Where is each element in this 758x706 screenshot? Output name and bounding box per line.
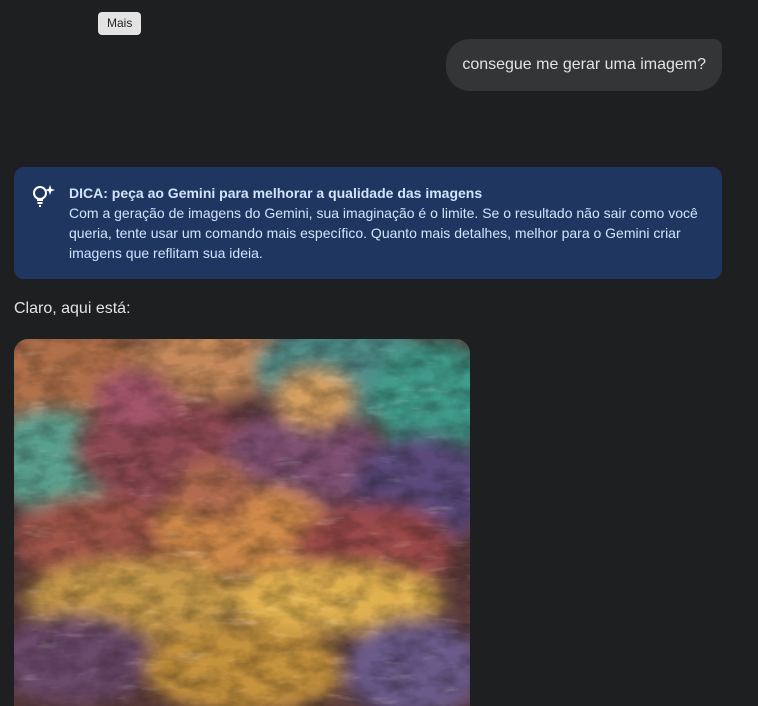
- tip-line-2: queria, tente usar um comando mais espec…: [69, 225, 681, 241]
- chat-page: Mais consegue me gerar uma imagem? DICA:…: [0, 0, 758, 706]
- tip-title: DICA: peça ao Gemini para melhorar a qua…: [69, 185, 483, 201]
- more-tooltip: Mais: [98, 12, 142, 35]
- tip-card: DICA: peça ao Gemini para melhorar a qua…: [14, 167, 722, 279]
- response-text: Claro, aqui está:: [14, 300, 131, 317]
- tip-line-1: Com a geração de imagens do Gemini, sua …: [69, 205, 698, 221]
- generated-image[interactable]: [14, 339, 470, 706]
- tip-line-3: imagens que reflitam sua ideia.: [69, 245, 263, 261]
- lightbulb-sparkle-icon: [30, 183, 56, 209]
- user-message-bubble: consegue me gerar uma imagem?: [446, 39, 722, 91]
